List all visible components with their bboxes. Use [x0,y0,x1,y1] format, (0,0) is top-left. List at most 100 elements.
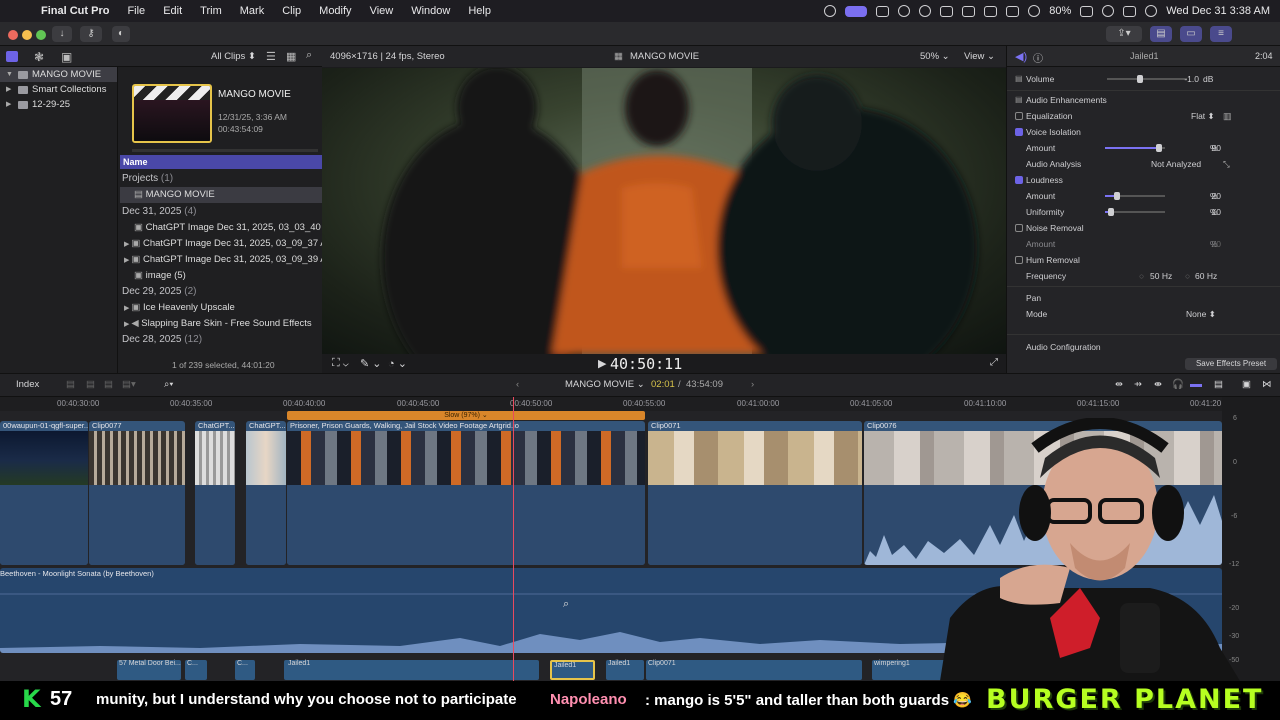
volume-slider-knob[interactable] [1137,75,1143,83]
volume-value[interactable]: -1.0 [1184,71,1199,87]
photos-icon[interactable]: ❃ [34,50,44,64]
equalization-checkbox[interactable] [1015,112,1023,120]
timeline-clip[interactable]: ChatGPT... [195,421,235,565]
pan-header[interactable]: Pan [1007,290,1280,306]
sfx-clip[interactable]: 57 Metal Door Bei... [117,660,181,680]
zoom-tool-icon[interactable]: ⌕▾ [164,374,173,396]
menu-view[interactable]: View [361,5,403,17]
share-icon[interactable]: ⇪▾ [1106,26,1142,42]
enhance-icon[interactable]: ✎ ⌄ [360,357,382,370]
list-item[interactable]: ▶ ▣ ChatGPT Image Dec 31, 2025, 03_09_39… [120,252,322,268]
voice-isolation-checkbox[interactable] [1015,128,1023,136]
fullscreen-icon[interactable]: ⤢ [990,357,998,368]
close-window-button[interactable] [8,30,18,40]
list-group-date[interactable]: Dec 28, 2025 (12) [120,332,322,348]
menu-edit[interactable]: Edit [154,5,191,17]
overwrite-clip-icon[interactable]: ▤▾ [122,374,136,396]
list-group-projects[interactable]: Projects (1) [120,171,322,187]
uniformity-slider[interactable] [1105,208,1165,216]
import-icon[interactable]: ↓ [52,26,72,42]
hum-removal-checkbox[interactable] [1015,256,1023,264]
slider-knob[interactable] [1156,144,1162,152]
zoom-window-button[interactable] [36,30,46,40]
stream-status-icon[interactable] [898,5,911,17]
sfx-clip-selected[interactable]: Jailed1 [550,660,595,680]
append-clip-icon[interactable]: ▤ [104,374,113,396]
filmstrip-view-icon[interactable]: ☰ [266,50,276,63]
battery-icon[interactable] [1080,5,1094,17]
list-item[interactable]: ▣ image (5) [120,268,322,284]
timeline-clip[interactable]: ChatGPT... [246,421,286,565]
transform-icon[interactable]: ⛶ ⌄ [332,357,349,370]
menu-clip[interactable]: Clip [273,5,310,17]
spotlight-search-icon[interactable] [1102,5,1115,17]
radio-60hz[interactable]: ○ [1185,268,1190,284]
display-icon[interactable] [984,5,998,17]
layout-browser-icon[interactable]: ▤ [1150,26,1172,42]
sfx-clip[interactable]: Clip0071 [646,660,862,680]
clock[interactable]: Wed Dec 31 3:38 AM [1166,5,1270,17]
loudness-amount-slider[interactable] [1105,192,1165,200]
transitions-icon[interactable]: ⋈ [1262,374,1272,396]
minimize-window-button[interactable] [22,30,32,40]
forward-arrow-icon[interactable]: › [751,374,754,396]
slider-knob[interactable] [1114,192,1120,200]
play-icon[interactable] [919,5,932,17]
analyze-icon[interactable]: ⤡ [1223,156,1230,172]
background-tasks-icon[interactable]: ◐ [112,26,130,42]
skimming-icon[interactable]: ⇸ [1134,374,1142,396]
radio-50hz[interactable]: ○ [1139,268,1144,284]
voice-isolation-slider[interactable] [1105,144,1165,152]
screen-record-icon[interactable] [845,5,868,17]
timeline-index-icon[interactable]: ▤ [1214,374,1223,396]
pan-mode-dropdown[interactable]: None ⬍ [1186,306,1216,322]
control-center-icon[interactable] [1123,5,1137,17]
save-effects-preset-button[interactable]: Save Effects Preset [1185,358,1277,370]
sfx-clip[interactable]: Jailed1 [284,660,539,680]
bluetooth-icon[interactable] [962,5,976,17]
sfx-clip[interactable]: C... [235,660,255,680]
timeline-clip[interactable]: Prisoner, Prison Guards, Walking, Jail S… [287,421,645,565]
list-view-icon[interactable]: ▦ [286,50,296,63]
list-item[interactable]: ▶ ◀ Slapping Bare Skin - Free Sound Effe… [120,316,322,332]
list-item[interactable]: ▶ ▣ Ice Heavenly Upscale [120,300,322,316]
clip-appearance-icon[interactable]: ⇹ [1115,374,1123,396]
retime-bar[interactable]: Slow (97%) ⌄ [287,411,645,420]
view-dropdown[interactable]: View ⌄ [964,46,995,67]
equalization-dropdown[interactable]: Flat ⬍ [1191,108,1215,124]
layout-timeline-icon[interactable]: ▭ [1180,26,1202,42]
slider-knob[interactable] [1108,208,1114,216]
titles-icon[interactable]: ▣ [61,50,72,64]
audio-enhancements-header[interactable]: ▤ Audio Enhancements [1007,92,1280,108]
info-inspector-tab-icon[interactable]: ⓘ [1033,50,1043,65]
project-dropdown[interactable]: MANGO MOVIE ⌄ [565,374,645,396]
list-header-name[interactable]: Name [120,155,322,169]
media-browser-icon[interactable] [6,51,18,62]
siri-icon[interactable] [1145,5,1158,17]
audio-skimming-icon[interactable]: ⇼ [1154,374,1162,396]
clip-filter-dropdown[interactable]: All Clips ⬍ [211,51,256,62]
audio-inspector-tab-icon[interactable]: ◀) [1015,50,1027,63]
disclosure-closed-icon[interactable]: ▶ [6,82,14,97]
menu-app[interactable]: Final Cut Pro [32,5,118,17]
index-button[interactable]: Index [16,374,39,396]
menu-window[interactable]: Window [402,5,459,17]
keywords-icon[interactable]: ⚷ [80,26,102,42]
timeline-ruler[interactable]: 00:40:30:00 00:40:35:00 00:40:40:00 00:4… [0,397,1222,411]
video-frame[interactable] [322,68,1006,354]
list-item-project[interactable]: ▤ MANGO MOVIE [120,187,322,203]
menu-trim[interactable]: Trim [191,5,231,17]
timeline-clip[interactable]: Clip0071 [648,421,862,565]
menu-file[interactable]: File [118,5,154,17]
menu-modify[interactable]: Modify [310,5,360,17]
play-button[interactable]: ▶ [598,357,606,370]
loudness-checkbox[interactable] [1015,176,1023,184]
speed-icon[interactable]: ◔ ⌄ [388,357,407,370]
timeline-clip[interactable]: 00waupun-01-qgfl-super... [0,421,88,565]
audio-configuration-header[interactable]: Audio Configuration [1007,339,1280,355]
back-arrow-icon[interactable]: ‹ [516,374,519,396]
search-icon[interactable]: ⌕ [306,49,312,62]
layout-inspector-icon[interactable]: ≡ [1210,26,1232,42]
library-item-event-12-29-25[interactable]: ▶ 12-29-25 [0,97,117,112]
headphones-icon[interactable]: 🎧 [1172,374,1184,396]
